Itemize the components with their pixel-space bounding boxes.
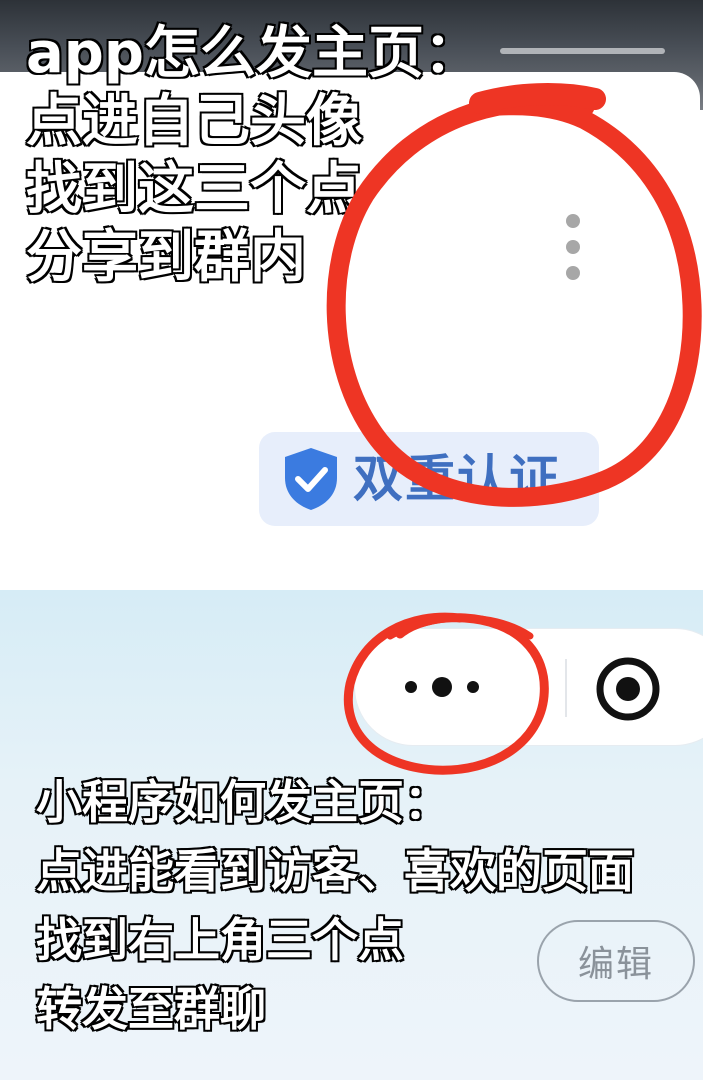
- cover-detail: [500, 48, 665, 54]
- capsule-divider: [565, 659, 567, 717]
- edit-button[interactable]: 编辑: [537, 920, 695, 1002]
- red-circle-annotation: [326, 83, 702, 507]
- caption-line: 小程序如何发主页：: [35, 774, 452, 831]
- app-instructions-panel: 双重认证 app怎么发主页： 点进自己头像 找到这三个点 分享到群内: [0, 0, 703, 590]
- red-circle-annotation: [343, 612, 549, 775]
- caption-line: 点进能看到访客、喜欢的页面: [35, 843, 636, 900]
- miniprogram-instructions-panel: 小程序如何发主页： 点进能看到访客、喜欢的页面 找到右上角三个点 转发至群聊 编…: [0, 590, 703, 1080]
- target-circle-icon[interactable]: [595, 656, 661, 722]
- caption-line: app怎么发主页：: [25, 20, 481, 88]
- miniprogram-caption: 小程序如何发主页： 点进能看到访客、喜欢的页面 找到右上角三个点 转发至群聊: [35, 768, 636, 1044]
